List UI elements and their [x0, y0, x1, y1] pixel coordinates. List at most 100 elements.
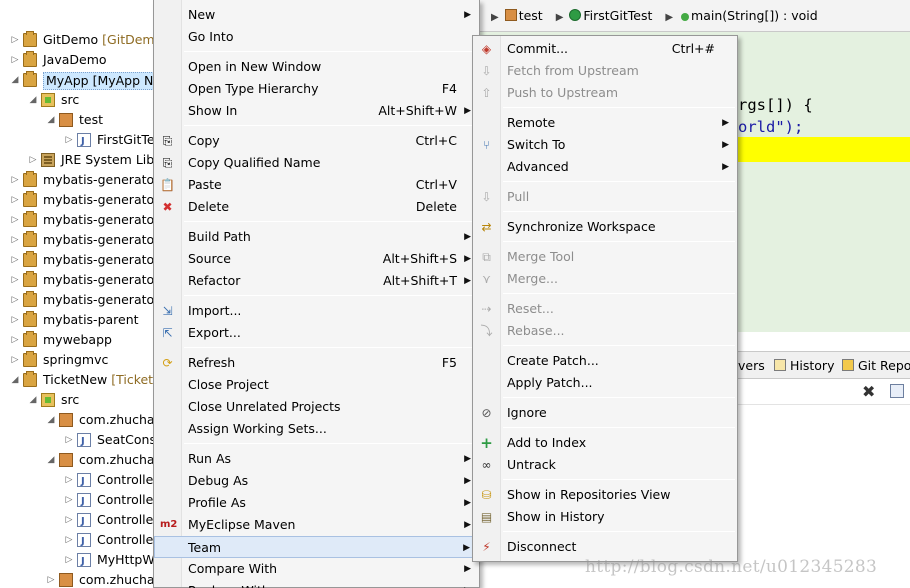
untrack-icon: ∞	[481, 458, 492, 472]
collapse-arrow-icon[interactable]: ◢	[28, 90, 38, 110]
menu-item-remote[interactable]: Remote ▶	[473, 112, 737, 134]
menu-item-copy[interactable]: ⎘ Copy Ctrl+C	[154, 130, 479, 152]
menu-item-fetch-from-upstream[interactable]: ⇩ Fetch from Upstream	[473, 60, 737, 82]
breadcrumb-method[interactable]: main(String[]) : void	[679, 8, 820, 23]
view-tab-bar: vers History Git Repo	[738, 351, 910, 379]
menu-item-team[interactable]: Team ▶	[154, 536, 479, 558]
expand-arrow-icon[interactable]: ▷	[64, 510, 74, 530]
menu-item-disconnect[interactable]: ⚡ Disconnect	[473, 536, 737, 558]
expand-arrow-icon[interactable]: ▷	[64, 130, 74, 150]
menu-item-run-as[interactable]: Run As ▶	[154, 448, 479, 470]
tree-label: GitDemo	[43, 32, 99, 47]
collapse-arrow-icon[interactable]: ◢	[46, 110, 56, 130]
expand-arrow-icon[interactable]: ▷	[10, 50, 20, 70]
menu-item-pull[interactable]: ⇩ Pull	[473, 186, 737, 208]
menu-item-rebase[interactable]: ⤵ Rebase...	[473, 320, 737, 342]
delete-icon: ✖	[162, 200, 173, 214]
expand-arrow-icon[interactable]: ▷	[10, 310, 20, 330]
collapse-arrow-icon[interactable]: ◢	[46, 450, 56, 470]
menu-item-apply-patch[interactable]: Apply Patch...	[473, 372, 737, 394]
menu-item-switch-to[interactable]: ⑂ Switch To ▶	[473, 134, 737, 156]
menu-item-push-to-upstream[interactable]: ⇧ Push to Upstream	[473, 82, 737, 104]
breadcrumb-class[interactable]: FirstGitTest	[569, 8, 654, 23]
collapse-arrow-icon[interactable]: ◢	[10, 70, 20, 90]
expand-arrow-icon[interactable]: ▷	[10, 290, 20, 310]
menu-item-paste[interactable]: 📋 Paste Ctrl+V	[154, 174, 479, 196]
merge-icon: ⋎	[482, 272, 491, 286]
tree-label: Controlle	[97, 512, 154, 527]
team-submenu: ◈ Commit... Ctrl+# ⇩ Fetch from Upstream ⇧ P…	[472, 35, 738, 562]
submenu-arrow-icon: ▶	[464, 254, 471, 264]
expand-arrow-icon[interactable]: ▷	[10, 30, 20, 50]
menu-item-commit[interactable]: ◈ Commit... Ctrl+#	[473, 38, 737, 60]
library-icon	[41, 153, 55, 167]
menu-item-merge[interactable]: ⋎ Merge...	[473, 268, 737, 290]
collapse-arrow-icon[interactable]: ◢	[46, 410, 56, 430]
view-menu-icon[interactable]	[890, 384, 904, 398]
expand-arrow-icon[interactable]: ▷	[10, 330, 20, 350]
expand-arrow-icon[interactable]: ▷	[28, 150, 38, 170]
menu-item-profile-as[interactable]: Profile As ▶	[154, 492, 479, 514]
tab-git-repositories[interactable]: Git Repo	[842, 358, 910, 373]
menu-item-create-patch[interactable]: Create Patch...	[473, 350, 737, 372]
expand-arrow-icon[interactable]: ▷	[46, 570, 56, 588]
breadcrumb-package[interactable]: test	[504, 8, 545, 23]
menu-item-build-path[interactable]: Build Path ▶	[154, 226, 479, 248]
class-icon	[569, 9, 582, 21]
menu-item-export[interactable]: ⇱ Export...	[154, 322, 479, 344]
menu-item-compare-with[interactable]: Compare With ▶	[154, 558, 479, 580]
menu-item-refactor[interactable]: Refactor Alt+Shift+T ▶	[154, 270, 479, 292]
menu-item-synchronize-workspace[interactable]: ⇄ Synchronize Workspace	[473, 216, 737, 238]
remove-icon[interactable]: ✖	[862, 382, 875, 401]
menu-item-merge-tool[interactable]: ⧉ Merge Tool	[473, 246, 737, 268]
maven-icon: m2	[160, 519, 178, 530]
expand-arrow-icon[interactable]: ▷	[64, 550, 74, 570]
menu-item-untrack[interactable]: ∞ Untrack	[473, 454, 737, 476]
expand-arrow-icon[interactable]: ▷	[64, 430, 74, 450]
menu-item-refresh[interactable]: ⟳ Refresh F5	[154, 352, 479, 374]
menu-item-assign-working-sets[interactable]: Assign Working Sets...	[154, 418, 479, 440]
menu-item-close-unrelated-projects[interactable]: Close Unrelated Projects	[154, 396, 479, 418]
collapse-arrow-icon[interactable]: ◢	[28, 390, 38, 410]
menu-item-show-in-repositories-view[interactable]: ⛁ Show in Repositories View	[473, 484, 737, 506]
menu-item-close-project[interactable]: Close Project	[154, 374, 479, 396]
menu-item-new[interactable]: New ▶	[154, 4, 479, 26]
menu-item-reset[interactable]: ⇢ Reset...	[473, 298, 737, 320]
expand-arrow-icon[interactable]: ▷	[10, 190, 20, 210]
menu-item-replace-with[interactable]: Replace With▶	[154, 580, 479, 588]
disconnect-icon: ⚡	[482, 540, 491, 554]
menu-item-delete[interactable]: ✖ Delete Delete	[154, 196, 479, 218]
menu-item-add-to-index[interactable]: + Add to Index	[473, 432, 737, 454]
package-icon	[59, 113, 73, 127]
expand-arrow-icon[interactable]: ▷	[10, 230, 20, 250]
project-icon	[23, 291, 37, 307]
menu-item-copy-qualified-name[interactable]: ⎘ Copy Qualified Name	[154, 152, 479, 174]
menu-item-advanced[interactable]: Advanced ▶	[473, 156, 737, 178]
expand-arrow-icon[interactable]: ▷	[10, 270, 20, 290]
project-icon	[23, 251, 37, 267]
submenu-arrow-icon: ▶	[464, 276, 471, 286]
ignore-icon: ⊘	[481, 406, 492, 420]
tab-history[interactable]: History	[774, 358, 834, 373]
menu-item-source[interactable]: Source Alt+Shift+S ▶	[154, 248, 479, 270]
menu-item-show-in[interactable]: Show In Alt+Shift+W ▶	[154, 100, 479, 122]
expand-arrow-icon[interactable]: ▷	[10, 250, 20, 270]
menu-item-open-in-new-window[interactable]: Open in New Window	[154, 56, 479, 78]
menu-item-import[interactable]: ⇲ Import...	[154, 300, 479, 322]
menu-item-ignore[interactable]: ⊘ Ignore	[473, 402, 737, 424]
expand-arrow-icon[interactable]: ▷	[64, 490, 74, 510]
collapse-arrow-icon[interactable]: ◢	[10, 370, 20, 390]
menu-item-myeclipse-maven[interactable]: m2 MyEclipse Maven ▶	[154, 514, 479, 536]
menu-item-debug-as[interactable]: Debug As ▶	[154, 470, 479, 492]
menu-item-go-into[interactable]: Go Into	[154, 26, 479, 48]
expand-arrow-icon[interactable]: ▷	[64, 530, 74, 550]
breadcrumb-separator-icon: ▶	[555, 12, 564, 23]
menu-item-open-type-hierarchy[interactable]: Open Type Hierarchy F4	[154, 78, 479, 100]
expand-arrow-icon[interactable]: ▷	[10, 170, 20, 190]
expand-arrow-icon[interactable]: ▷	[64, 470, 74, 490]
project-icon	[23, 231, 37, 247]
menu-item-show-in-history[interactable]: ▤ Show in History	[473, 506, 737, 528]
expand-arrow-icon[interactable]: ▷	[10, 210, 20, 230]
tab-servers[interactable]: vers	[738, 358, 765, 373]
expand-arrow-icon[interactable]: ▷	[10, 350, 20, 370]
